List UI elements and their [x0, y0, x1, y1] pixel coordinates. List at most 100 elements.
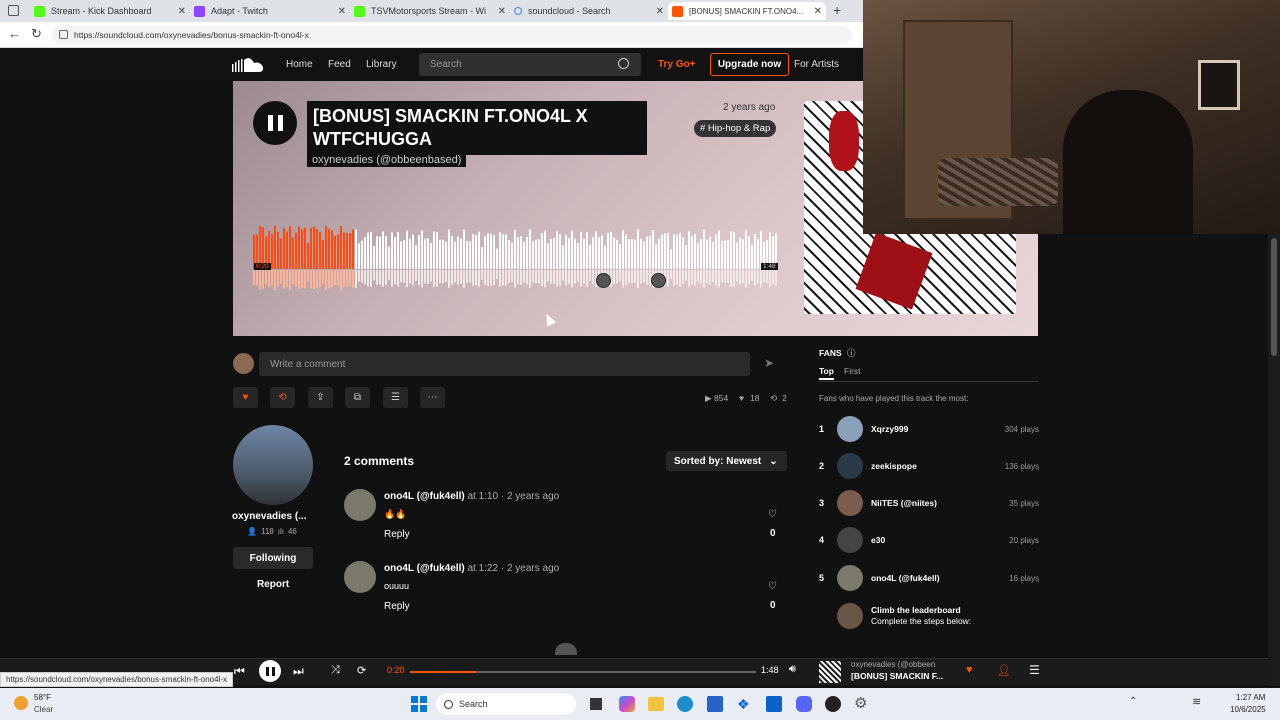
tab-actions-icon[interactable] [8, 5, 19, 16]
tab-twitch[interactable]: Adapt - Twitch ✕ [190, 2, 350, 20]
reply-button[interactable]: Reply [384, 601, 410, 612]
reply-button[interactable]: Reply [384, 529, 410, 540]
search-icon[interactable] [618, 58, 629, 69]
fan-row[interactable]: 3 NiiTES (@niites) 35 plays [819, 488, 1039, 518]
outlook-icon[interactable] [766, 696, 782, 712]
obs-icon[interactable] [825, 696, 841, 712]
report-button[interactable]: Report [257, 579, 289, 590]
new-tab-icon[interactable]: + [833, 2, 841, 18]
tab-kick[interactable]: Stream - Kick Dashboard ✕ [30, 2, 190, 20]
comment-timestamp[interactable]: 1:10 [479, 491, 498, 502]
comment-like-icon[interactable]: ♡ [768, 581, 777, 592]
fan-name[interactable]: NiiTES (@niites) [871, 498, 1009, 508]
store-icon[interactable] [707, 696, 723, 712]
nav-home[interactable]: Home [286, 48, 313, 81]
more-button[interactable]: ⋯ [420, 387, 445, 408]
tab-tsv[interactable]: TSVMotorsports Stream - Wi ✕ [350, 2, 510, 20]
like-button[interactable]: ♥ [233, 387, 258, 408]
search-input[interactable]: Search [419, 53, 641, 76]
queue-icon[interactable]: ☰ [1029, 663, 1040, 677]
fan-row[interactable]: 5 ono4L (@fuk4ell) 16 plays [819, 563, 1039, 593]
track-artist[interactable]: oxynevadies (@obbeenbased) [307, 153, 467, 167]
comment-user[interactable]: ono4L (@fuk4ell) [384, 563, 465, 574]
file-explorer-icon[interactable] [648, 697, 664, 711]
close-icon[interactable]: ✕ [178, 6, 186, 17]
scrollbar-thumb[interactable] [1271, 238, 1277, 356]
share-button[interactable]: ⇪ [308, 387, 333, 408]
fan-name[interactable]: e30 [871, 535, 1009, 545]
discord-icon[interactable] [796, 696, 812, 712]
comment-avatar[interactable] [344, 561, 376, 593]
copilot-icon[interactable] [619, 696, 635, 712]
nav-library[interactable]: Library [366, 48, 397, 81]
comment-marker-avatar[interactable] [651, 273, 666, 288]
windows-start-icon[interactable] [411, 696, 427, 712]
waveform[interactable] [253, 226, 778, 296]
comment-avatar[interactable] [344, 489, 376, 521]
fan-name[interactable]: ono4L (@fuk4ell) [871, 573, 1009, 583]
close-icon[interactable]: ✕ [656, 6, 664, 17]
weather-icon[interactable] [14, 696, 28, 710]
comment-like-icon[interactable]: ♡ [768, 509, 777, 520]
comment-marker-avatar[interactable] [596, 273, 611, 288]
fan-row[interactable]: 4 e30 20 plays [819, 525, 1039, 555]
now-playing-art[interactable] [819, 661, 841, 683]
edge-icon[interactable] [677, 696, 693, 712]
player-follow-icon[interactable]: 👤︎ [997, 664, 1011, 677]
close-icon[interactable]: ✕ [814, 6, 822, 17]
dropbox-icon[interactable]: ❖ [737, 696, 753, 712]
tray-chevron-icon[interactable]: ⌃ [1129, 696, 1137, 707]
now-playing-artist[interactable]: oxynevadies (@obbeen [851, 660, 935, 669]
soundcloud-logo-icon[interactable] [232, 57, 264, 72]
scrollbar[interactable] [1268, 234, 1280, 686]
hero-pause-button[interactable] [253, 101, 297, 145]
for-artists-link[interactable]: For Artists [794, 48, 839, 81]
uploader-avatar[interactable] [233, 425, 313, 505]
comment-user[interactable]: ono4L (@fuk4ell) [384, 491, 465, 502]
site-info-icon[interactable] [59, 30, 68, 39]
player-like-icon[interactable]: ♥ [966, 664, 973, 676]
sort-dropdown[interactable]: Sorted by: Newest ⌄ [666, 451, 787, 471]
tab-search[interactable]: soundcloud - Search ✕ [510, 2, 668, 20]
clock-date[interactable]: 10/6/2025 [1230, 705, 1266, 714]
send-icon[interactable]: ➤ [764, 356, 774, 370]
back-icon[interactable]: ← [8, 26, 21, 41]
close-icon[interactable]: ✕ [338, 6, 346, 17]
task-view-icon[interactable] [590, 698, 602, 710]
uploader-name[interactable]: oxynevadies (... [232, 511, 306, 522]
add-to-playlist-button[interactable]: ☰ [383, 387, 408, 408]
volume-icon[interactable]: 🔊︎ [789, 663, 796, 676]
try-go-link[interactable]: Try Go+ [658, 48, 696, 81]
now-playing-title[interactable]: [BONUS] SMACKIN F... [851, 671, 943, 681]
tab-first[interactable]: First [844, 366, 861, 376]
reload-icon[interactable]: ↻ [31, 26, 42, 42]
repost-button[interactable]: ⟲ [270, 387, 295, 408]
repeat-icon[interactable]: ⟳ [357, 664, 366, 677]
copy-link-button[interactable]: ⧉ [345, 387, 370, 408]
upgrade-button[interactable]: Upgrade now [710, 53, 789, 76]
taskbar-search[interactable]: Search [436, 693, 576, 715]
clock-time[interactable]: 1:27 AM [1236, 693, 1265, 702]
following-button[interactable]: Following [233, 547, 313, 569]
info-icon[interactable]: ⓘ [847, 348, 856, 358]
fan-row[interactable]: 1 Xqrzy999 304 plays [819, 414, 1039, 444]
wifi-icon[interactable]: ≋ [1192, 695, 1201, 708]
next-icon[interactable]: ⏭ [293, 664, 304, 679]
tab-top[interactable]: Top [819, 366, 834, 380]
fan-name[interactable]: Xqrzy999 [871, 424, 1005, 434]
previous-icon[interactable]: ⏮ [234, 664, 245, 679]
close-icon[interactable]: ✕ [498, 6, 506, 17]
nav-feed[interactable]: Feed [328, 48, 351, 81]
waveform-reflection [553, 270, 555, 284]
progress-track[interactable] [410, 671, 756, 673]
settings-gear-icon[interactable]: ⚙ [854, 694, 867, 712]
tab-soundcloud[interactable]: [BONUS] SMACKIN FT.ONO4... ✕ [668, 2, 826, 20]
fan-row[interactable]: 2 zeekispope 136 plays [819, 451, 1039, 481]
genre-tag[interactable]: # Hip-hop & Rap [694, 120, 777, 137]
fan-name[interactable]: zeekispope [871, 461, 1005, 471]
url-field[interactable]: https://soundcloud.com/oxynevadies/bonus… [52, 26, 852, 44]
comment-timestamp[interactable]: 1:22 [479, 563, 498, 574]
player-pause-button[interactable] [259, 660, 281, 682]
comment-input[interactable]: Write a comment [259, 352, 750, 376]
shuffle-icon[interactable]: ⤨ [331, 664, 340, 677]
